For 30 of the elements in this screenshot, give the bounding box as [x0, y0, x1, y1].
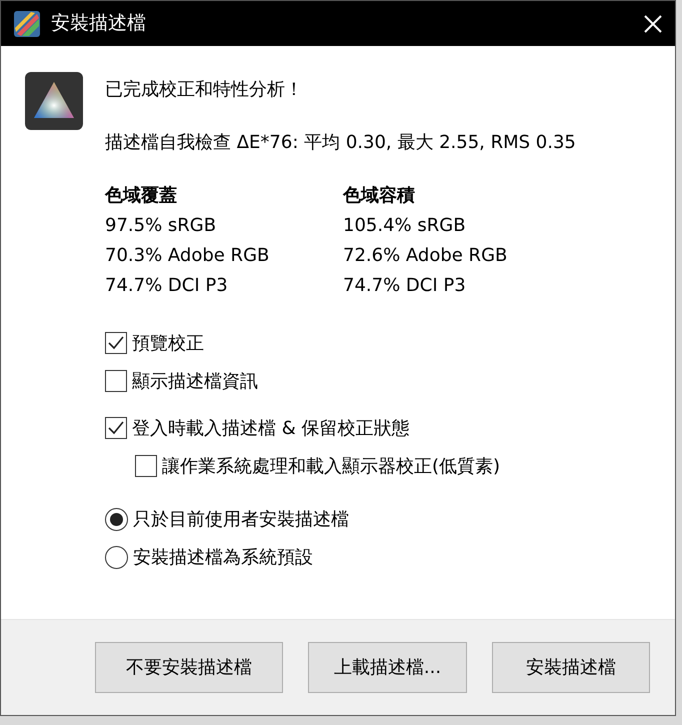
status-heading: 已完成校正和特性分析！ [105, 78, 304, 102]
dialog-button[interactable]: 安裝描述檔 [492, 642, 650, 693]
radio-button[interactable] [105, 546, 128, 568]
checkbox-option[interactable]: 登入時載入描述檔 & 保留校正狀態 [105, 414, 576, 442]
checkbox-option[interactable]: 預覽校正 [105, 329, 576, 357]
checkbox[interactable] [105, 332, 127, 354]
gamut-value: 74.7% DCI P3 [343, 274, 467, 298]
column-heading: 色域覆蓋 [105, 184, 178, 208]
gamut-value: 70.3% Adobe RGB [105, 244, 270, 268]
checkbox-option[interactable]: 讓作業系統處理和載入顯示器校正(低質素) [135, 452, 576, 480]
self-check-summary: 描述檔自我檢查 ΔE*76: 平均 0.30, 最大 2.55, RMS 0.35 [105, 131, 576, 155]
checkbox[interactable] [105, 370, 127, 392]
checkbox[interactable] [105, 417, 127, 439]
checkmark-icon [108, 336, 124, 350]
radio-button[interactable] [105, 508, 128, 530]
checkbox-option[interactable]: 顯示描述檔資訊 [105, 367, 576, 395]
gamut-value: 72.6% Adobe RGB [343, 244, 508, 268]
window-title: 安裝描述檔 [51, 11, 147, 36]
dialog-button[interactable]: 上載描述檔... [308, 642, 467, 693]
gamut-value: 105.4% sRGB [343, 214, 467, 238]
close-icon[interactable] [643, 14, 663, 34]
gamut-value: 74.7% DCI P3 [105, 274, 229, 298]
radio-option[interactable]: 安裝描述檔為系統預設 [105, 542, 576, 572]
checkmark-icon [108, 421, 124, 435]
app-icon [13, 10, 41, 38]
checkbox[interactable] [135, 455, 157, 477]
dialog-button[interactable]: 不要安裝描述檔 [95, 642, 283, 693]
gamut-value: 97.5% sRGB [105, 214, 218, 238]
column-heading: 色域容積 [343, 184, 416, 208]
radio-option[interactable]: 只於目前使用者安裝描述檔 [105, 504, 576, 534]
